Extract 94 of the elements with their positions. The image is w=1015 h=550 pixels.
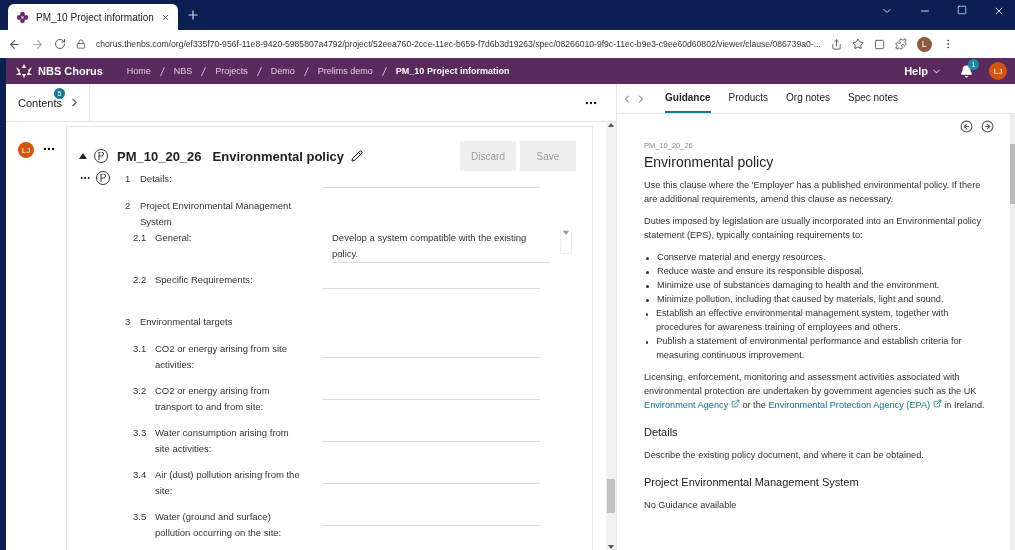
clause-label: Water consumption arising from site activities: xyxy=(155,426,290,456)
next-icon[interactable] xyxy=(981,120,994,133)
clause-number: 2.2 xyxy=(133,273,148,287)
forward-icon[interactable] xyxy=(31,37,44,51)
external-link[interactable]: Environment Agency xyxy=(644,400,740,410)
lock-icon xyxy=(76,39,86,49)
address-field[interactable]: chorus.thenbs.com/org/ef335f70-956f-11e8-9420-5985807a4792/project/52eea760-2cce-11ec-b659-f7d6b3d19263/spec/08266010-9f9c-11ec-b9e3-c9ee60d60802/viewer/clause/086739a0-... xyxy=(96,39,821,49)
external-link[interactable]: Environmental Protection Agency (EPA) xyxy=(768,400,942,410)
clause-number: 3.3 xyxy=(133,426,148,440)
previous-icon[interactable] xyxy=(960,120,973,133)
guidance-paragraph: Duties imposed by legislation are usually incorporated into an Environmental policy statement (EPS), typically containing requirements to: xyxy=(644,215,983,242)
scrollbar[interactable] xyxy=(1010,114,1015,550)
bullet-item: Minimize pollution, including that caused by materials, light and sound. xyxy=(657,293,944,306)
new-tab-icon[interactable] xyxy=(186,8,200,22)
clause-number: 2.1 xyxy=(133,231,148,245)
bullet-item: Reduce waste and ensure its responsible disposal. xyxy=(657,265,864,278)
extension-icon[interactable] xyxy=(873,38,885,50)
input-field[interactable]: Develop a system compatible with the existing policy. xyxy=(332,230,550,263)
clause-number: 1 xyxy=(125,172,132,186)
bullet-item: Minimize use of substances damaging to health and the environment. xyxy=(657,279,940,292)
pencil-icon[interactable] xyxy=(351,150,364,162)
close-icon[interactable] xyxy=(993,5,1005,17)
bullet-icon xyxy=(646,285,649,288)
collapse-caret-icon xyxy=(79,153,87,159)
browser-tab[interactable]: PM_10 Project information xyxy=(8,4,178,30)
clause-label: Details: xyxy=(140,172,173,186)
clause-title: Environmental policy xyxy=(212,148,345,164)
scrollbar-thumb[interactable] xyxy=(1010,144,1015,204)
help-menu[interactable]: Help xyxy=(904,65,942,77)
clause-number: 3.2 xyxy=(133,384,148,398)
slash-separator-icon xyxy=(303,66,309,76)
bullet-icon xyxy=(646,257,649,260)
bullet-item: Establish an effective environmental management system, together with procedures for awareness training of employees and others. xyxy=(655,307,950,334)
caret-icon xyxy=(563,231,569,235)
clause-label: CO2 or energy arising from transport to and from site: xyxy=(155,384,271,414)
guidance-title: Environmental policy xyxy=(644,154,775,170)
scroll-up-icon[interactable] xyxy=(608,122,614,128)
clause-number: 3.1 xyxy=(133,342,148,356)
guidance-paragraph: Licensing, enforcement, monitoring and assessment activities associated with environmental protection are undertaken by government agencies such as the UK Environment Agency or the Environmental Protection Agency (EPA) in Ireland. xyxy=(644,371,986,412)
puzzle-icon[interactable] xyxy=(894,38,907,50)
scrollbar-thumb[interactable] xyxy=(607,479,615,513)
flower-logo-icon xyxy=(16,10,29,24)
star-icon[interactable] xyxy=(851,38,864,50)
bullet-icon xyxy=(646,271,649,274)
scroll-down-icon[interactable] xyxy=(608,544,614,550)
guidance-paragraph: No Guidance available xyxy=(644,499,738,512)
brand-name[interactable]: NBS Chorus xyxy=(38,65,103,77)
clause-label: General: xyxy=(155,231,193,245)
clause-label: Air (dust) pollution arising from the site: xyxy=(155,468,301,498)
bullet-item: Conserve material and energy resources. xyxy=(657,251,826,264)
panel-tab[interactable]: Products xyxy=(728,84,769,113)
clause-label: Water (ground and surface) pollution occurring on the site: xyxy=(155,510,283,540)
bullet-icon xyxy=(646,299,649,302)
slash-separator-icon xyxy=(159,66,165,76)
clause-number: 3.5 xyxy=(133,510,148,524)
section-heading: Details xyxy=(644,426,679,438)
user-avatar[interactable]: LJ xyxy=(989,62,1007,80)
back-icon[interactable] xyxy=(8,37,21,51)
guidance-paragraph: Use this clause where the 'Employer' has a published environmental policy. If there are additional requirements, amend this clause as necessary. xyxy=(644,179,982,206)
clause-number: 2 xyxy=(125,199,132,213)
breadcrumb-link[interactable]: Demo xyxy=(270,66,295,76)
breadcrumb-link[interactable]: Prelims demo xyxy=(317,66,373,76)
breadcrumb-link[interactable]: Projects xyxy=(215,66,248,76)
external-link-icon xyxy=(730,399,740,408)
breadcrumb-link[interactable]: PM_10 Project information xyxy=(395,66,510,76)
clause-number: 3 xyxy=(125,315,132,329)
notification-icon[interactable] xyxy=(960,64,973,78)
panel-tab[interactable]: Guidance xyxy=(665,84,711,113)
profile-avatar[interactable]: L xyxy=(916,36,932,52)
section-heading: Project Environmental Management System xyxy=(644,476,860,488)
slash-separator-icon xyxy=(201,66,207,76)
brand-logo-icon xyxy=(16,64,32,78)
scrollbar[interactable] xyxy=(606,122,616,550)
clause-code: PM_10_20_26 xyxy=(117,148,202,164)
dropdown-toggle[interactable] xyxy=(560,230,572,254)
share-icon[interactable] xyxy=(830,38,842,50)
user-avatar: LJ xyxy=(18,142,34,158)
panel-tab[interactable]: Spec notes xyxy=(847,84,898,113)
clause-number: 3.4 xyxy=(133,468,148,482)
clause-label: Environmental targets xyxy=(140,315,234,329)
breadcrumb-link[interactable]: NBS xyxy=(173,66,193,76)
guidance-paragraph: Describe the existing policy document, and where it can be obtained. xyxy=(644,449,925,462)
clause-label: Specific Requirements: xyxy=(155,273,254,287)
clause-label: CO2 or energy arising from site activities: xyxy=(155,342,288,372)
external-link-icon xyxy=(932,399,942,408)
reload-icon[interactable] xyxy=(54,38,66,50)
tab-title: PM_10 Project information xyxy=(36,11,154,23)
panel-tab[interactable]: Org notes xyxy=(786,84,830,113)
slash-separator-icon xyxy=(381,66,387,76)
bullet-item: Publish a statement of environmental performance and establish criteria for measuring continuous improvement. xyxy=(656,335,963,362)
maximize-icon[interactable] xyxy=(957,5,967,15)
breadcrumb-link[interactable]: Home xyxy=(126,66,151,76)
slash-separator-icon xyxy=(256,66,262,76)
clause-label: Project Environmental Management System xyxy=(140,199,293,229)
